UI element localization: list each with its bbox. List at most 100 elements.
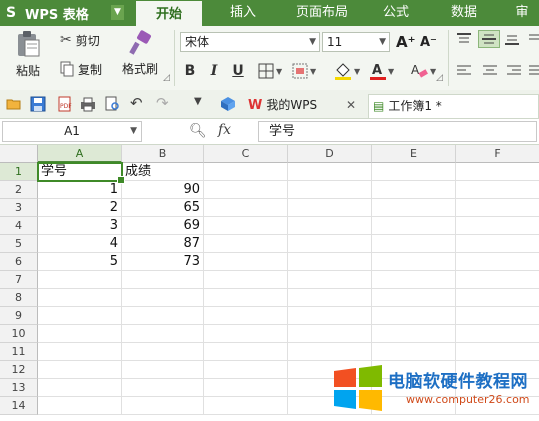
cell-c14[interactable] — [204, 397, 288, 415]
cell-f4[interactable] — [456, 217, 539, 235]
cell-e1[interactable] — [372, 163, 456, 181]
cell-b12[interactable] — [122, 361, 204, 379]
cell-b5[interactable]: 87 — [122, 235, 204, 253]
tab-formulas[interactable]: 公式 — [372, 0, 420, 26]
column-header-a[interactable]: A — [38, 145, 122, 163]
cell-b10[interactable] — [122, 325, 204, 343]
cell-b14[interactable] — [122, 397, 204, 415]
merge-button[interactable]: ▼ — [292, 63, 316, 79]
cell-d1[interactable] — [288, 163, 372, 181]
column-header-e[interactable]: E — [372, 145, 456, 163]
row-header-5[interactable]: 5 — [0, 235, 38, 253]
print-preview-icon[interactable] — [104, 96, 120, 112]
cell-d3[interactable] — [288, 199, 372, 217]
column-header-c[interactable]: C — [204, 145, 288, 163]
cell-d5[interactable] — [288, 235, 372, 253]
cell-a9[interactable] — [38, 307, 122, 325]
row-header-3[interactable]: 3 — [0, 199, 38, 217]
row-header-1[interactable]: 1 — [0, 163, 38, 181]
row-header-14[interactable]: 14 — [0, 397, 38, 415]
row-header-6[interactable]: 6 — [0, 253, 38, 271]
cell-a2[interactable]: 1 — [38, 181, 122, 199]
bold-button[interactable]: B — [182, 61, 198, 81]
undo-icon[interactable]: ↶ — [130, 94, 146, 112]
cell-e5[interactable] — [372, 235, 456, 253]
row-header-7[interactable]: 7 — [0, 271, 38, 289]
justify-button[interactable] — [528, 64, 539, 78]
cell-c11[interactable] — [204, 343, 288, 361]
cell-c10[interactable] — [204, 325, 288, 343]
row-header-8[interactable]: 8 — [0, 289, 38, 307]
cell-f5[interactable] — [456, 235, 539, 253]
column-header-d[interactable]: D — [288, 145, 372, 163]
cell-a13[interactable] — [38, 379, 122, 397]
cut-button[interactable]: ✂ 剪切 — [60, 31, 100, 49]
cell-b3[interactable]: 65 — [122, 199, 204, 217]
customize-toolbar-icon[interactable]: ▼ — [194, 96, 210, 112]
cell-d10[interactable] — [288, 325, 372, 343]
save-icon[interactable] — [30, 96, 46, 112]
cell-e6[interactable] — [372, 253, 456, 271]
tab-my-wps[interactable]: W 我的WPS ✕ — [248, 94, 362, 118]
cell-d2[interactable] — [288, 181, 372, 199]
row-header-9[interactable]: 9 — [0, 307, 38, 325]
cell-c8[interactable] — [204, 289, 288, 307]
row-header-13[interactable]: 13 — [0, 379, 38, 397]
row-header-4[interactable]: 4 — [0, 217, 38, 235]
cell-d9[interactable] — [288, 307, 372, 325]
row-header-10[interactable]: 10 — [0, 325, 38, 343]
underline-button[interactable]: U — [230, 61, 246, 81]
export-pdf-icon[interactable]: PDF — [56, 96, 72, 112]
cell-a10[interactable] — [38, 325, 122, 343]
tab-workbook1[interactable]: ▤ 工作簿1 * — [368, 94, 539, 118]
font-launcher-icon[interactable]: ◿ — [436, 73, 443, 83]
align-bottom-button[interactable] — [504, 32, 520, 46]
clear-format-button[interactable]: A ▼ — [410, 62, 436, 80]
tab-review[interactable]: 审 — [505, 0, 539, 26]
cell-f8[interactable] — [456, 289, 539, 307]
select-all-corner[interactable] — [0, 145, 38, 163]
cell-a14[interactable] — [38, 397, 122, 415]
cell-d7[interactable] — [288, 271, 372, 289]
cloud-box-icon[interactable] — [220, 96, 236, 112]
column-header-b[interactable]: B — [122, 145, 204, 163]
cell-f7[interactable] — [456, 271, 539, 289]
fx-icon[interactable]: fx — [218, 122, 231, 138]
copy-button[interactable]: 复制 — [60, 60, 102, 78]
fill-color-button[interactable]: ▼ — [334, 62, 360, 80]
font-name-select[interactable]: 宋体 ▼ — [180, 32, 320, 52]
cell-b8[interactable] — [122, 289, 204, 307]
cell-e7[interactable] — [372, 271, 456, 289]
cell-b13[interactable] — [122, 379, 204, 397]
cell-a3[interactable]: 2 — [38, 199, 122, 217]
shrink-font-button[interactable]: A⁻ — [420, 32, 437, 52]
cell-f10[interactable] — [456, 325, 539, 343]
paste-button[interactable]: 粘贴 — [8, 30, 48, 82]
align-right-button[interactable] — [506, 64, 522, 78]
tab-page-layout[interactable]: 页面布局 — [284, 0, 360, 26]
cell-f2[interactable] — [456, 181, 539, 199]
cell-f1[interactable] — [456, 163, 539, 181]
cell-e4[interactable] — [372, 217, 456, 235]
cell-e9[interactable] — [372, 307, 456, 325]
cell-c4[interactable] — [204, 217, 288, 235]
wrap-text-button[interactable] — [528, 32, 539, 46]
cell-b4[interactable]: 69 — [122, 217, 204, 235]
cell-c12[interactable] — [204, 361, 288, 379]
grow-font-button[interactable]: A⁺ — [396, 32, 416, 52]
format-painter-button[interactable]: 格式刷 — [118, 30, 162, 82]
tab-data[interactable]: 数据 — [440, 0, 488, 26]
cell-a11[interactable] — [38, 343, 122, 361]
align-left-button[interactable] — [456, 64, 472, 78]
font-color-button[interactable]: A ▼ — [370, 62, 394, 80]
close-icon[interactable]: ✕ — [346, 94, 356, 116]
cell-f9[interactable] — [456, 307, 539, 325]
cell-e8[interactable] — [372, 289, 456, 307]
row-header-2[interactable]: 2 — [0, 181, 38, 199]
row-header-11[interactable]: 11 — [0, 343, 38, 361]
clipboard-launcher-icon[interactable]: ◿ — [163, 73, 170, 83]
formula-input[interactable]: 学号 — [258, 121, 537, 142]
cell-d8[interactable] — [288, 289, 372, 307]
cell-d6[interactable] — [288, 253, 372, 271]
cell-e10[interactable] — [372, 325, 456, 343]
